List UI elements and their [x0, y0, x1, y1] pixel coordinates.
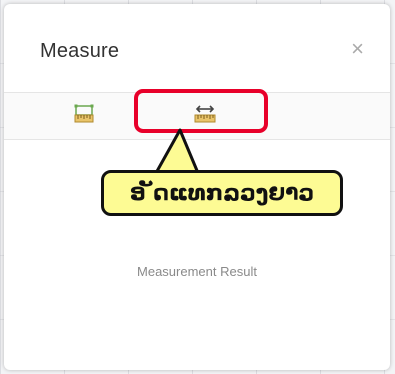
area-tool-button[interactable]: [40, 93, 128, 139]
callout-text: ອ ັດແທກລວງຍາວ: [129, 180, 315, 205]
callout-bubble: ອ ັດແທກລວງຍາວ: [101, 170, 343, 216]
area-ruler-icon: [73, 104, 95, 129]
measurement-result-label: Measurement Result: [137, 264, 257, 279]
close-button[interactable]: ×: [351, 38, 364, 60]
callout-pointer: [154, 128, 202, 175]
panel-title: Measure: [40, 40, 120, 62]
